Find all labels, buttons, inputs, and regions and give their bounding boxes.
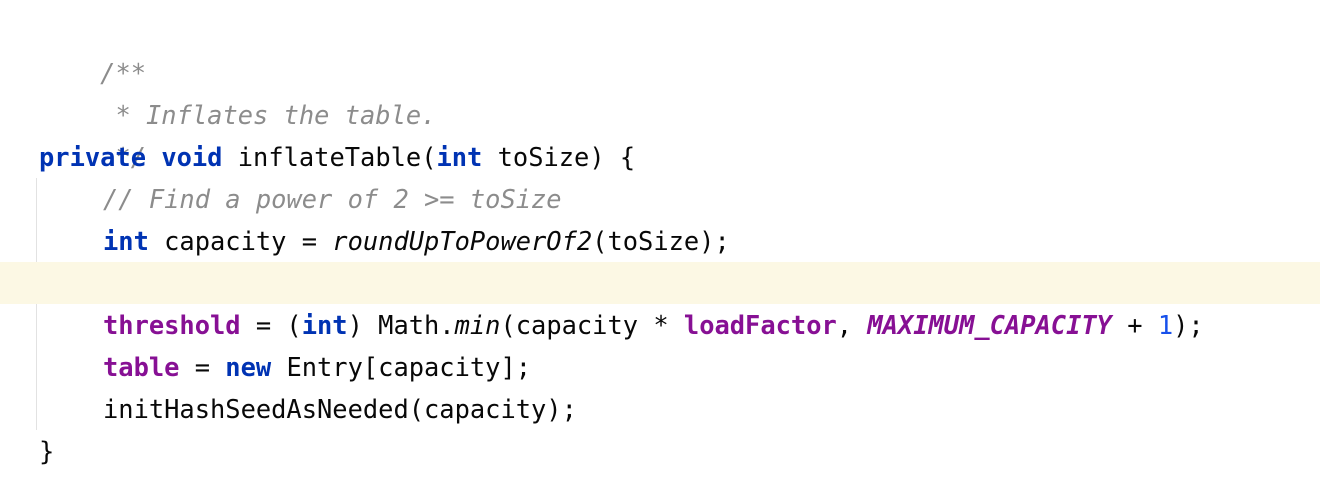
field-threshold: threshold	[103, 310, 241, 340]
field-loadfactor: loadFactor	[683, 310, 837, 340]
call-arguments: (toSize);	[592, 226, 730, 256]
code-line-9[interactable]: table = new Entry[capacity];	[0, 346, 1320, 388]
assignment-operator: = (	[240, 310, 302, 340]
statement-close: );	[1173, 310, 1204, 340]
cast-close: ) Math.	[347, 310, 455, 340]
keyword-new: new	[225, 352, 272, 382]
static-method-min: min	[454, 310, 501, 340]
method-parameter: toSize) {	[482, 142, 636, 172]
number-literal: 1	[1157, 310, 1174, 340]
closing-brace: }	[39, 436, 55, 466]
keyword-int: int	[301, 310, 348, 340]
keyword-void: void	[161, 142, 223, 172]
code-line-8[interactable]: threshold = (int) Math.min(capacity * lo…	[0, 304, 1320, 346]
current-line[interactable]	[0, 262, 1320, 304]
code-line-11[interactable]: }	[0, 430, 1320, 472]
code-line-1[interactable]: /**	[0, 10, 1320, 88]
keyword-int: int	[103, 226, 149, 256]
code-line-10[interactable]: initHashSeedAsNeeded(capacity);	[0, 388, 1320, 430]
constant-maximum-capacity: MAXIMUM_CAPACITY	[867, 310, 1112, 340]
comma: ,	[836, 310, 868, 340]
array-allocation: Entry[capacity];	[271, 352, 532, 382]
method-signature: inflateTable(	[222, 142, 437, 172]
plus-operator: +	[1111, 310, 1158, 340]
code-line-2[interactable]: * Inflates the table.	[0, 52, 1320, 130]
min-args-open: (capacity *	[500, 310, 684, 340]
code-line-5[interactable]: // Find a power of 2 >= toSize	[0, 178, 1320, 220]
keyword-int: int	[436, 142, 483, 172]
variable-declaration: capacity =	[148, 226, 333, 256]
assignment-operator: =	[179, 352, 226, 382]
static-method-call: roundUpToPowerOf2	[332, 226, 593, 256]
code-line-6[interactable]: int capacity = roundUpToPowerOf2(toSize)…	[0, 220, 1320, 262]
code-line-3[interactable]: */	[0, 94, 1320, 172]
keyword-private: private	[39, 142, 147, 172]
line-comment: // Find a power of 2 >= toSize	[103, 184, 562, 214]
code-editor[interactable]: /** * Inflates the table. */ private voi…	[0, 10, 1320, 490]
field-table: table	[103, 352, 180, 382]
method-call-statement: initHashSeedAsNeeded(capacity);	[103, 394, 577, 424]
code-line-4[interactable]: private void inflateTable(int toSize) {	[0, 136, 1320, 178]
